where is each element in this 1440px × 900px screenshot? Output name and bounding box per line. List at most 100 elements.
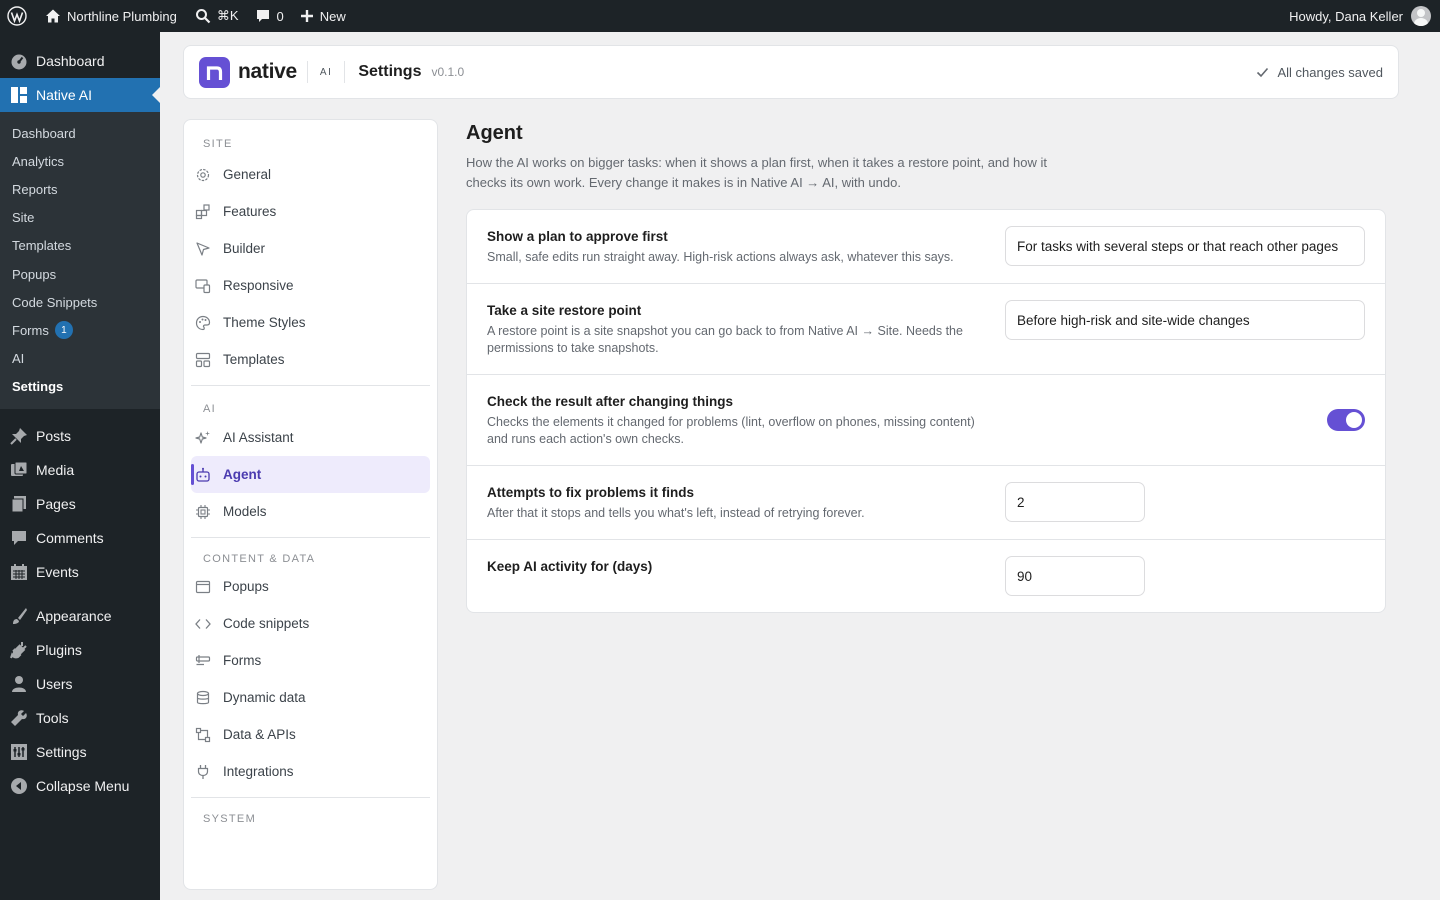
comment-icon [256,10,269,22]
setting-label: Check the result after changing things [487,394,734,409]
menu-label: Users [36,675,73,692]
setting-label: Take a site restore point [487,303,642,318]
account-menu[interactable]: Howdy, Dana Keller [1289,6,1440,26]
header-divider [344,61,346,83]
nav-label: Features [223,204,277,219]
setting-help: Checks the elements it changed for probl… [487,415,975,446]
nav-label: Theme Styles [223,315,306,330]
forms-count-badge: 1 [54,321,73,340]
blocks-icon [194,203,211,220]
setting-help: Small, safe edits run straight away. Hig… [487,250,954,264]
restore-point-select[interactable]: Before high-risk and site-wide changes [1005,300,1365,340]
menu-item-settings[interactable]: Settings [0,735,160,769]
nav-section-content-data: CONTENT & DATA [203,553,316,565]
submenu-label: Popups [12,266,57,282]
form-icon [194,652,211,669]
collapse-menu-button[interactable]: Collapse Menu [0,769,160,803]
menu-label: Tools [36,709,69,726]
wrench-icon [10,709,28,727]
submenu-label: Forms [12,322,49,338]
site-name-link[interactable]: Northline Plumbing [37,0,185,32]
submenu-item-forms[interactable]: Forms 1 [0,316,160,344]
nav-label: Dynamic data [223,690,306,705]
nav-item-dynamic-data[interactable]: Dynamic data [191,679,430,716]
wordpress-logo-icon[interactable] [0,0,37,32]
new-label: New [319,8,346,24]
menu-item-pages[interactable]: Pages [0,487,160,521]
plan-approval-select[interactable]: For tasks with several steps or that rea… [1005,226,1365,266]
nav-label: Data & APIs [223,727,296,742]
plugin-header: native AI Settings v0.1.0 All changes sa… [183,45,1399,99]
nav-item-responsive[interactable]: Responsive [191,267,430,304]
menu-label: Events [36,563,79,580]
menu-item-dashboard[interactable]: Dashboard [0,44,160,78]
nav-item-popups[interactable]: Popups [191,568,430,605]
nav-item-models[interactable]: Models [191,493,430,530]
activity-retention-input[interactable]: 90 [1005,556,1145,596]
comments-link[interactable]: 0 [247,0,292,32]
setting-label: Show a plan to approve first [487,229,668,244]
settings-icon [10,743,28,761]
new-content-button[interactable]: New [292,0,354,32]
nav-item-templates[interactable]: Templates [191,341,430,378]
nav-item-theme-styles[interactable]: Theme Styles [191,304,430,341]
menu-item-posts[interactable]: Posts [0,419,160,453]
menu-item-appearance[interactable]: Appearance [0,599,160,633]
submenu-item-popups[interactable]: Popups [0,260,160,288]
check-result-toggle[interactable] [1327,409,1365,431]
submenu-item-dashboard[interactable]: Dashboard [0,119,160,147]
submenu-label: Site [12,210,35,226]
fix-attempts-input[interactable]: 2 [1005,482,1145,522]
nav-item-forms[interactable]: Forms [191,642,430,679]
menu-item-events[interactable]: Events [0,555,160,589]
nav-item-code-snippets[interactable]: Code snippets [191,605,430,642]
search-button[interactable]: ⌘K [187,0,247,32]
submenu-item-settings[interactable]: Settings [0,373,160,401]
section-description: How the AI works on bigger tasks: when i… [466,155,1047,190]
menu-item-media[interactable]: Media [0,453,160,487]
submenu-item-site[interactable]: Site [0,204,160,232]
nav-item-data-apis[interactable]: Data & APIs [191,716,430,753]
nav-label: Builder [223,241,266,256]
menu-label: Settings [36,743,87,760]
nav-item-general[interactable]: General [191,156,430,193]
nav-item-integrations[interactable]: Integrations [191,753,430,790]
save-status: All changes saved [1256,65,1383,80]
logo-text: native [238,60,297,83]
pages-icon [10,495,28,513]
menu-label: Appearance [36,607,112,624]
native-ai-submenu: Dashboard Analytics Reports Site Templat… [0,112,160,409]
search-shortcut: ⌘K [216,8,239,23]
setting-help: After that it stops and tells you what's… [487,506,865,520]
menu-item-users[interactable]: Users [0,667,160,701]
submenu-item-templates[interactable]: Templates [0,232,160,260]
submenu-item-code-snippets[interactable]: Code Snippets [0,288,160,316]
cursor-icon [194,240,211,257]
native-ai-icon [10,86,28,104]
content-area: native AI Settings v0.1.0 All changes sa… [160,32,1440,900]
menu-item-comments[interactable]: Comments [0,521,160,555]
submenu-label: Settings [12,379,64,395]
check-icon [1257,67,1269,77]
template-icon [194,351,211,368]
home-icon [46,9,60,23]
nav-item-builder[interactable]: Builder [191,230,430,267]
nav-label: General [223,167,272,182]
menu-item-tools[interactable]: Tools [0,701,160,735]
admin-menu: Dashboard Native AI Dashboard Analytics … [0,32,160,900]
nav-item-ai-assistant[interactable]: AI Assistant [191,419,430,456]
nav-section-ai: AI [203,403,216,415]
avatar [1411,6,1431,26]
nav-item-features[interactable]: Features [191,193,430,230]
api-icon [194,726,211,743]
submenu-item-analytics[interactable]: Analytics [0,147,160,175]
header-divider [306,61,308,83]
submenu-item-ai[interactable]: AI [0,345,160,373]
plug-icon [194,763,211,780]
dashboard-icon [10,52,28,70]
setting-help: A restore point is a site snapshot you c… [487,324,963,355]
nav-item-agent[interactable]: Agent [191,456,430,493]
submenu-item-reports[interactable]: Reports [0,175,160,203]
menu-item-native-ai[interactable]: Native AI [0,78,160,112]
menu-item-plugins[interactable]: Plugins [0,633,160,667]
